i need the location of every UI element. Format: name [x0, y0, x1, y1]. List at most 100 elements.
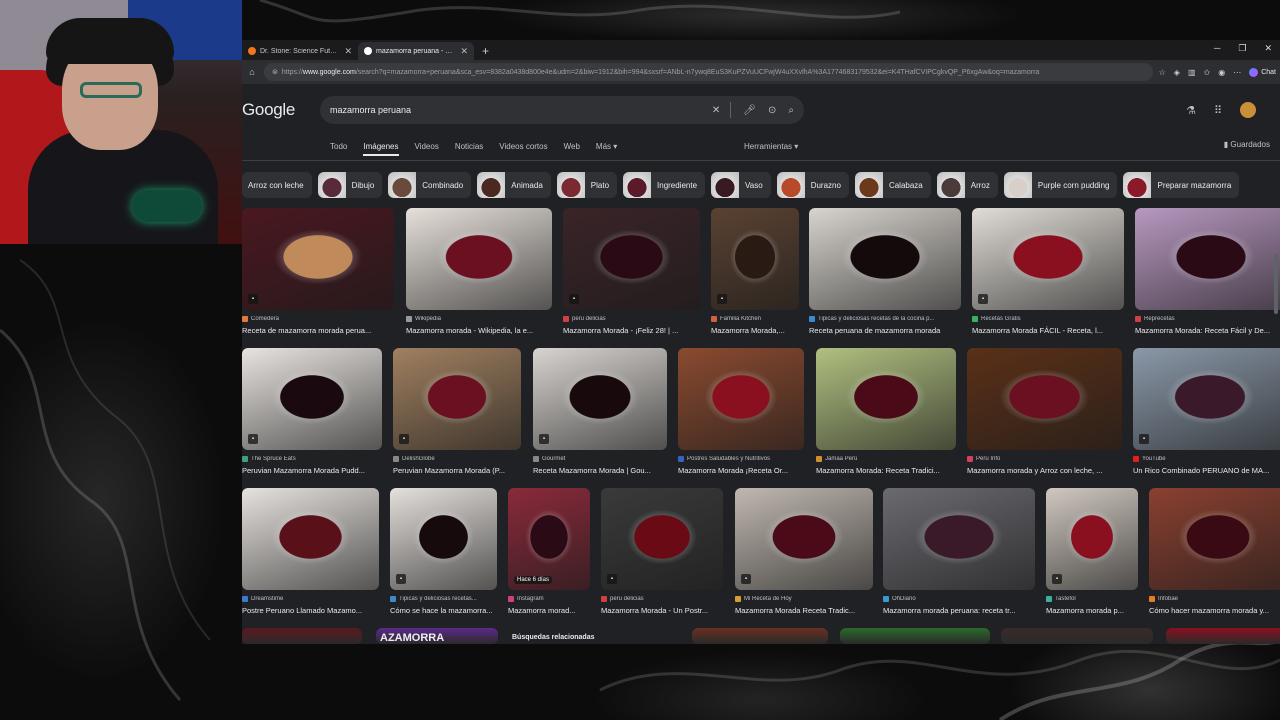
minimize-icon[interactable]: ─	[1214, 43, 1220, 54]
result-source[interactable]: Recetas Gratis	[972, 316, 1124, 322]
result-thumbnail[interactable]	[406, 208, 552, 310]
image-result[interactable]: Wikipedia Mazamorra morada - Wikipedia, l…	[406, 208, 552, 340]
image-result[interactable]: ▪ Recetas Gratis Mazamorra Morada FÁCIL - …	[972, 208, 1124, 340]
chip-animada[interactable]: Animada	[477, 172, 551, 198]
chat-button[interactable]: Chat	[1249, 67, 1276, 77]
image-result[interactable]: ▪ peru delicias Mazamorra Morada - ¡Feliz …	[563, 208, 700, 340]
tab-noticias[interactable]: Noticias	[455, 142, 483, 156]
chip-durazno[interactable]: Durazno	[776, 172, 849, 198]
labs-flask-icon[interactable]: ⚗	[1186, 104, 1196, 117]
image-result[interactable]: ▪ Tastefol Mazamorra morada p...	[1046, 488, 1138, 620]
result-caption[interactable]: Un Rico Combinado PERUANO de MA...	[1133, 466, 1280, 475]
close-tab-icon[interactable]: ✕	[344, 46, 352, 57]
saved-button[interactable]: ▮ Guardados	[1224, 140, 1270, 149]
favorites-icon[interactable]: ✩	[1204, 68, 1211, 77]
chip-arroz[interactable]: Arroz	[936, 172, 998, 198]
image-result[interactable]: ▪ YouTube Un Rico Combinado PERUANO de MA.…	[1133, 348, 1280, 480]
result-source[interactable]: Perú Info	[967, 456, 1122, 462]
result-source[interactable]: peru delicias	[563, 316, 700, 322]
result-caption[interactable]: Mazamorra Morada,...	[711, 326, 799, 335]
result-source[interactable]: Familia Kitchen	[711, 316, 799, 322]
result-caption[interactable]: Cómo se hace la mazamorra...	[390, 606, 497, 615]
account-avatar[interactable]	[1240, 102, 1256, 118]
close-tab-icon[interactable]: ✕	[460, 46, 468, 57]
result-thumbnail[interactable]	[692, 628, 828, 644]
result-source[interactable]: Comedera	[242, 316, 394, 322]
tab-imagenes[interactable]: Imágenes	[363, 142, 399, 156]
result-source[interactable]: YouTube	[1133, 456, 1280, 462]
microphone-icon[interactable]: 🎤︎	[743, 105, 756, 116]
chip-dibujo[interactable]: Dibujo	[317, 172, 383, 198]
result-thumbnail[interactable]	[242, 628, 362, 644]
result-thumbnail[interactable]: AZAMORRA	[376, 628, 498, 644]
result-thumbnail[interactable]: Hace 6 días	[508, 488, 590, 590]
result-caption[interactable]: Cómo hacer mazamorra morada y...	[1149, 606, 1280, 615]
image-result[interactable]: ▪ peru delicias Mazamorra Morada - Un Post…	[601, 488, 723, 620]
result-thumbnail[interactable]	[1166, 628, 1280, 644]
maximize-icon[interactable]: ❐	[1238, 43, 1246, 54]
result-source[interactable]: Jamaa Perú	[816, 456, 956, 462]
result-thumbnail[interactable]	[883, 488, 1035, 590]
profile-icon[interactable]: ◉	[1218, 68, 1225, 77]
result-source[interactable]: The Spruce Eats	[242, 456, 382, 462]
lens-icon[interactable]: ⊙	[768, 105, 776, 116]
result-caption[interactable]: Mazamorra Morada: Receta Fácil y De...	[1135, 326, 1280, 335]
chip-ingrediente[interactable]: Ingrediente	[623, 172, 706, 198]
plus-icon[interactable]: +	[474, 44, 497, 60]
chip-purple-corn-pudding[interactable]: Purple corn pudding	[1003, 172, 1118, 198]
result-caption[interactable]: Mazamorra morada y Arroz con leche, ...	[967, 466, 1122, 475]
tab-todo[interactable]: Todo	[330, 142, 347, 156]
chip-combinado[interactable]: Combinado	[388, 172, 472, 198]
result-thumbnail[interactable]	[967, 348, 1122, 450]
result-caption[interactable]: Mazamorra morada - Wikipedia, la e...	[406, 326, 552, 335]
tab-google-search[interactable]: mazamorra peruana - Buscar con ✕	[358, 42, 474, 60]
image-result[interactable]: ▪ Familia Kitchen Mazamorra Morada,...	[711, 208, 799, 340]
result-thumbnail[interactable]	[1001, 628, 1153, 644]
result-thumbnail[interactable]: ▪	[563, 208, 700, 310]
result-caption[interactable]: Peruvian Mazamorra Morada (P...	[393, 466, 521, 475]
result-thumbnail[interactable]: ▪	[393, 348, 521, 450]
result-caption[interactable]: Mazamorra Morada ¡Receta Or...	[678, 466, 804, 475]
chip-plato[interactable]: Plato	[556, 172, 618, 198]
tab-dr-stone[interactable]: Dr. Stone: Science Future Cap 1 - ✕	[242, 42, 358, 60]
image-result[interactable]	[692, 628, 828, 644]
result-source[interactable]: Infobae	[1149, 596, 1280, 602]
result-source[interactable]: Postres Saludables y Nutritivos	[678, 456, 804, 462]
tab-videos-cortos[interactable]: Videos cortos	[499, 142, 547, 156]
image-result[interactable]: ▪ Comedera Receta de mazamorra morada peru…	[242, 208, 394, 340]
result-thumbnail[interactable]	[1135, 208, 1280, 310]
image-result[interactable]	[1001, 628, 1153, 644]
result-thumbnail[interactable]: ▪	[390, 488, 497, 590]
result-thumbnail[interactable]	[242, 488, 379, 590]
image-result[interactable]: Postres Saludables y Nutritivos Mazamorra…	[678, 348, 804, 480]
result-caption[interactable]: Mazamorra Morada: Receta Tradici...	[816, 466, 956, 475]
result-caption[interactable]: Mazamorra morada p...	[1046, 606, 1138, 615]
image-result[interactable]: Dreamstime Postre Peruano Llamado Mazamo.…	[242, 488, 379, 620]
image-result[interactable]	[1166, 628, 1280, 644]
apps-grid-icon[interactable]: ⠿	[1214, 104, 1222, 117]
result-thumbnail[interactable]: ▪	[1133, 348, 1280, 450]
close-window-icon[interactable]: ✕	[1264, 43, 1272, 54]
image-result[interactable]: ▪ Mi Receta de Hoy Mazamorra Morada Receta…	[735, 488, 873, 620]
chip-vaso[interactable]: Vaso	[711, 172, 771, 198]
result-caption[interactable]: Peruvian Mazamorra Morada Pudd...	[242, 466, 382, 475]
image-result[interactable]: AZAMORRA	[376, 628, 498, 644]
result-thumbnail[interactable]: ▪	[533, 348, 667, 450]
result-source[interactable]: Tastefol	[1046, 596, 1138, 602]
image-result[interactable]: Reprecetas Mazamorra Morada: Receta Fácil…	[1135, 208, 1280, 340]
result-caption[interactable]: Receta Mazamorra Morada | Gou...	[533, 466, 667, 475]
tab-mas[interactable]: Más ▾	[596, 142, 617, 156]
image-result[interactable]	[840, 628, 990, 644]
google-logo[interactable]: Google	[242, 100, 295, 120]
result-caption[interactable]: Receta de mazamorra morada perua...	[242, 326, 394, 335]
result-thumbnail[interactable]	[809, 208, 961, 310]
result-caption[interactable]: Postre Peruano Llamado Mazamo...	[242, 606, 379, 615]
result-source[interactable]: Gourmet	[533, 456, 667, 462]
result-caption[interactable]: Mazamorra Morada FÁCIL - Receta, l...	[972, 326, 1124, 335]
address-bar[interactable]: ⊜ https://www.google.com/search?q=mazamo…	[264, 63, 1153, 81]
result-caption[interactable]: Receta peruana de mazamorra morada	[809, 326, 961, 335]
tab-web[interactable]: Web	[564, 142, 580, 156]
result-thumbnail[interactable]	[1149, 488, 1280, 590]
image-result[interactable]: ▪ Gourmet Receta Mazamorra Morada | Gou...	[533, 348, 667, 480]
image-result[interactable]: Tipicas y deliciosas recetas de la cocin…	[809, 208, 961, 340]
